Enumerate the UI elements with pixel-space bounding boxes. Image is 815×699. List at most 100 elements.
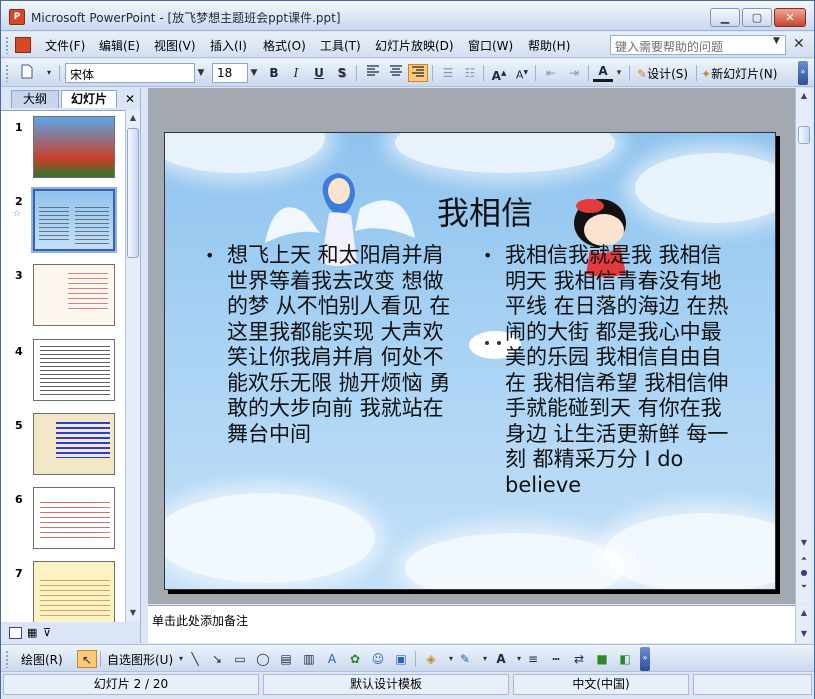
toolbar-grip[interactable] xyxy=(5,650,9,668)
minimize-button[interactable]: ▁ xyxy=(710,8,740,27)
scroll-up-icon[interactable]: ▲ xyxy=(798,606,810,620)
toolbar-overflow-icon[interactable]: » xyxy=(640,647,650,671)
toolbar-grip[interactable] xyxy=(5,64,9,82)
thumbnails-scrollbar[interactable]: ▲ ▼ xyxy=(125,110,140,622)
vertical-text-box-icon[interactable]: ▥ xyxy=(299,650,319,668)
clip-art-icon[interactable]: ☺ xyxy=(368,650,388,668)
text-box-icon[interactable]: ▤ xyxy=(276,650,296,668)
scroll-down-icon[interactable]: ▼ xyxy=(127,606,139,620)
increase-indent-icon[interactable]: ⇥ xyxy=(564,64,584,82)
line-tool-icon[interactable]: ╲ xyxy=(185,650,205,668)
slideshow-view-icon[interactable]: ⊽ xyxy=(43,627,51,639)
select-browse-object-icon[interactable]: ● xyxy=(798,566,810,580)
notes-pane[interactable]: 单击此处添加备注 xyxy=(148,605,795,643)
slide-thumbnail-4[interactable] xyxy=(33,339,115,401)
menu-insert[interactable]: 插入(I) xyxy=(210,37,247,54)
scroll-up-icon[interactable]: ▲ xyxy=(798,89,810,103)
menu-file[interactable]: 文件(F) xyxy=(45,37,85,54)
tab-slides[interactable]: 幻灯片 xyxy=(61,90,117,108)
shadow-button[interactable]: S xyxy=(332,64,352,82)
scroll-up-icon[interactable]: ▲ xyxy=(127,111,139,125)
previous-slide-icon[interactable]: ⏶ xyxy=(798,552,810,566)
design-button[interactable]: ✎设计(S) xyxy=(637,65,688,82)
slide-thumbnail-1[interactable] xyxy=(33,116,115,178)
draw-font-color-icon[interactable]: A xyxy=(491,650,511,668)
slide-thumbnail-3[interactable] xyxy=(33,264,115,326)
font-size-select[interactable]: 18 xyxy=(212,63,248,83)
toolbar-options-arrow-icon[interactable]: ▾ xyxy=(39,64,59,82)
menu-edit[interactable]: 编辑(E) xyxy=(99,37,140,54)
fill-color-icon[interactable]: ◈ xyxy=(421,650,441,668)
decrease-font-size-icon[interactable]: A▼ xyxy=(512,64,532,82)
slide-sorter-view-icon[interactable]: ▦ xyxy=(27,627,37,639)
scrollbar-thumb[interactable] xyxy=(127,128,139,258)
rectangle-tool-icon[interactable]: ▭ xyxy=(230,650,250,668)
slide-thumbnail-6[interactable] xyxy=(33,487,115,549)
help-search-input[interactable]: 键入需要帮助的问题 xyxy=(610,35,786,55)
pane-close-icon[interactable]: ✕ xyxy=(125,92,135,106)
underline-button[interactable]: U xyxy=(309,64,329,82)
normal-view-icon[interactable] xyxy=(9,627,22,639)
scrollbar-thumb[interactable] xyxy=(798,126,810,144)
toolbar-overflow-icon[interactable]: » xyxy=(798,61,808,85)
next-slide-icon[interactable]: ⏷ xyxy=(798,580,810,594)
animation-star-icon: ☆ xyxy=(13,209,22,219)
bold-button[interactable]: B xyxy=(264,64,284,82)
menu-format[interactable]: 格式(O) xyxy=(263,37,306,54)
menubar-grip[interactable] xyxy=(5,36,9,54)
notes-scrollbar[interactable]: ▲ ▼ xyxy=(795,605,812,643)
font-size-dropdown-icon[interactable]: ▼ xyxy=(247,63,261,83)
select-objects-icon[interactable]: ↖ xyxy=(77,650,97,668)
powerpoint-app-icon[interactable]: P xyxy=(9,9,25,25)
menu-view[interactable]: 视图(V) xyxy=(154,37,196,54)
dash-style-icon[interactable]: ┅ xyxy=(546,650,566,668)
insert-picture-icon[interactable]: ▣ xyxy=(391,650,411,668)
wordart-icon[interactable]: A xyxy=(322,650,342,668)
align-center-icon[interactable] xyxy=(386,64,406,82)
bullets-icon[interactable]: ☷ xyxy=(460,64,480,82)
font-name-select[interactable]: 宋体 xyxy=(65,63,195,83)
arrow-tool-icon[interactable]: ↘ xyxy=(207,650,227,668)
document-icon[interactable] xyxy=(15,37,31,53)
italic-button[interactable]: I xyxy=(286,64,306,82)
menu-slideshow[interactable]: 幻灯片放映(D) xyxy=(375,37,454,54)
line-color-icon[interactable]: ✎ xyxy=(455,650,475,668)
slide-right-text-box[interactable]: • 我相信我就是我 我相信明天 我相信青春没有地平线 在日落的海边 在热闹的大街… xyxy=(483,243,739,498)
diagram-icon[interactable]: ✿ xyxy=(345,650,365,668)
align-right-icon[interactable] xyxy=(408,64,428,82)
shadow-style-icon[interactable]: ■ xyxy=(592,650,612,668)
new-document-icon[interactable] xyxy=(17,64,37,82)
slide-thumbnail-5[interactable] xyxy=(33,413,115,475)
oval-tool-icon[interactable]: ◯ xyxy=(253,650,273,668)
menu-window[interactable]: 窗口(W) xyxy=(468,37,513,54)
line-style-icon[interactable]: ≡ xyxy=(523,650,543,668)
title-bar: P Microsoft PowerPoint - [放飞梦想主题班会ppt课件.… xyxy=(1,1,814,31)
menu-tools[interactable]: 工具(T) xyxy=(320,37,361,54)
maximize-button[interactable]: ▢ xyxy=(742,8,772,27)
slide-title[interactable]: 我相信 xyxy=(165,188,775,234)
numbering-icon[interactable]: ☰ xyxy=(438,64,458,82)
font-color-dropdown-icon[interactable]: ▾ xyxy=(612,64,626,82)
tab-outline[interactable]: 大纲 xyxy=(11,90,59,108)
menu-help[interactable]: 帮助(H) xyxy=(528,37,570,54)
slide-left-text-box[interactable]: • 想飞上天 和太阳肩并肩 世界等着我去改变 想做的梦 从不怕别人看见 在这里我… xyxy=(205,243,459,447)
decrease-indent-icon[interactable]: ⇤ xyxy=(541,64,561,82)
font-name-dropdown-icon[interactable]: ▼ xyxy=(194,63,208,83)
3d-style-icon[interactable]: ◧ xyxy=(615,650,635,668)
scroll-down-icon[interactable]: ▼ xyxy=(798,627,810,641)
arrow-style-icon[interactable]: ⇄ xyxy=(569,650,589,668)
document-close-icon[interactable]: ✕ xyxy=(793,36,805,52)
slide-thumbnail-7[interactable] xyxy=(33,561,115,622)
slide-scrollbar[interactable]: ▲ ▼ ⏶ ● ⏷ xyxy=(795,88,812,604)
draw-menu-button[interactable]: 绘图(R) xyxy=(21,651,63,668)
close-button[interactable]: ✕ xyxy=(774,8,806,27)
current-slide[interactable]: 我相信 • 想飞上天 和太阳肩并肩 世界等着我去改变 想做的梦 从不怕别人看见 … xyxy=(164,132,776,590)
help-dropdown-arrow-icon[interactable]: ▼ xyxy=(773,36,780,46)
align-left-icon[interactable] xyxy=(363,64,383,82)
font-color-button[interactable]: A xyxy=(593,64,613,82)
scroll-down-icon[interactable]: ▼ xyxy=(798,536,810,550)
autoshapes-button[interactable]: 自选图形(U) xyxy=(107,651,173,668)
increase-font-size-icon[interactable]: A▲ xyxy=(489,64,509,83)
new-slide-button[interactable]: ✦新幻灯片(N) xyxy=(701,65,777,82)
slide-thumbnail-2[interactable] xyxy=(31,187,117,253)
